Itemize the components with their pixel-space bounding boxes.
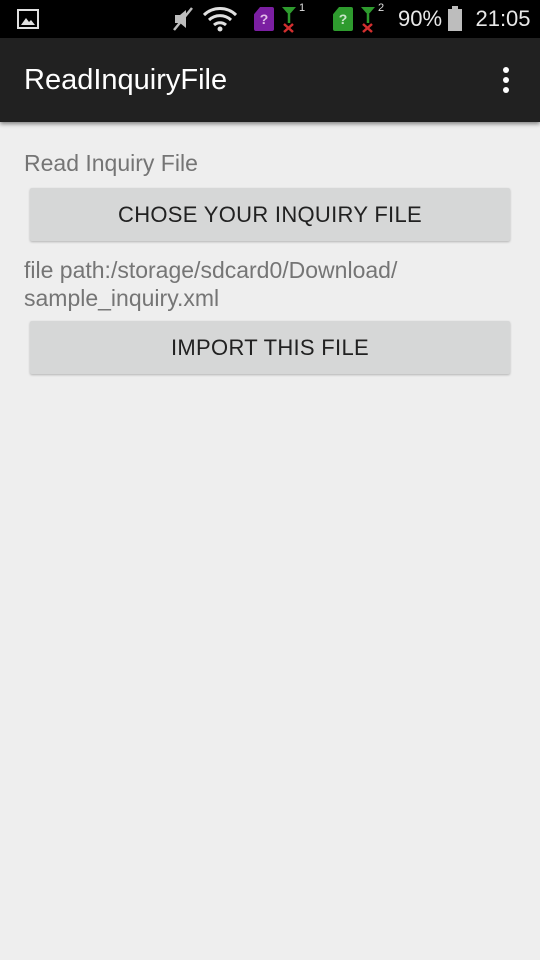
main-content: Read Inquiry File CHOSE YOUR INQUIRY FIL…: [0, 122, 540, 960]
sim2-label: ?: [333, 7, 353, 31]
file-path-value: file path:/storage/sdcard0/Download/ sam…: [24, 257, 398, 311]
wifi-icon: [202, 0, 238, 38]
import-file-button[interactable]: IMPORT THIS FILE: [30, 321, 510, 374]
app-title: ReadInquiryFile: [24, 64, 228, 96]
file-path-text: file path:/storage/sdcard0/Download/ sam…: [24, 256, 504, 312]
signal1-index: 1: [299, 2, 306, 14]
sim1-label: ?: [254, 7, 274, 31]
battery-icon: [446, 0, 464, 38]
section-label: Read Inquiry File: [24, 150, 198, 176]
clock: 21:05: [472, 0, 534, 38]
mute-icon: [170, 0, 196, 38]
overflow-dot: [503, 67, 509, 73]
clock-text: 21:05: [475, 6, 531, 31]
sim-card-icon: ?: [253, 0, 275, 38]
more-vert-icon[interactable]: [492, 64, 520, 96]
battery-percent: 90%: [397, 0, 443, 38]
battery-percent-text: 90%: [397, 6, 443, 31]
overflow-dot: [503, 77, 509, 83]
app-bar: ReadInquiryFile: [0, 38, 540, 122]
sim-card-icon: ?: [332, 0, 354, 38]
image-notification-icon: [16, 0, 40, 38]
status-bar: ? 1 ? 2 90% 21:05: [0, 0, 540, 38]
choose-file-button[interactable]: CHOSE YOUR INQUIRY FILE: [30, 188, 510, 241]
no-signal-icon: 1: [280, 0, 308, 38]
signal2-index: 2: [378, 2, 385, 14]
no-signal-icon: 2: [359, 0, 387, 38]
overflow-dot: [503, 87, 509, 93]
